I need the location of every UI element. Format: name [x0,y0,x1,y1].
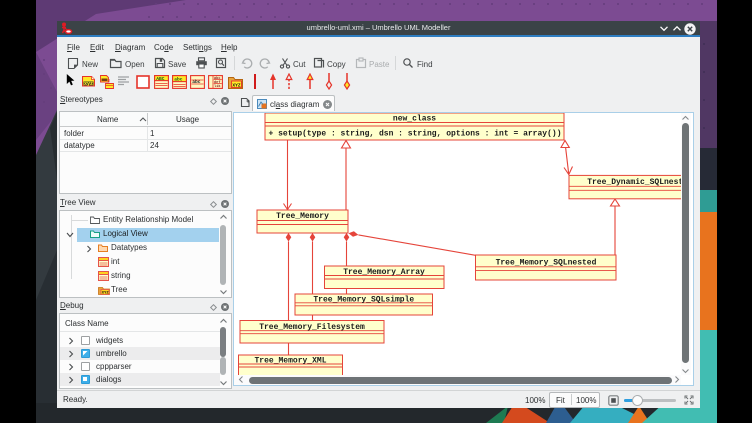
svg-text:Tree_Memory_Filesystem: Tree_Memory_Filesystem [259,323,365,332]
svg-text:Tree_Memory_SQLnested: Tree_Memory_SQLnested [496,259,597,268]
svg-text:Tree_Memory: Tree_Memory [276,212,329,221]
svg-text:Tree_Memory_Array: Tree_Memory_Array [343,268,425,277]
svg-text:new_class: new_class [393,115,436,124]
svg-text:Tree_Memory_XML: Tree_Memory_XML [254,357,326,366]
svg-text:+ setup(type : string, dsn : s: + setup(type : string, dsn : string, opt… [269,130,562,139]
svg-text:Tree_Memory_SQLsimple: Tree_Memory_SQLsimple [313,296,414,305]
svg-text:Tree_Dynamic_SQLnested: Tree_Dynamic_SQLnested [587,178,681,187]
